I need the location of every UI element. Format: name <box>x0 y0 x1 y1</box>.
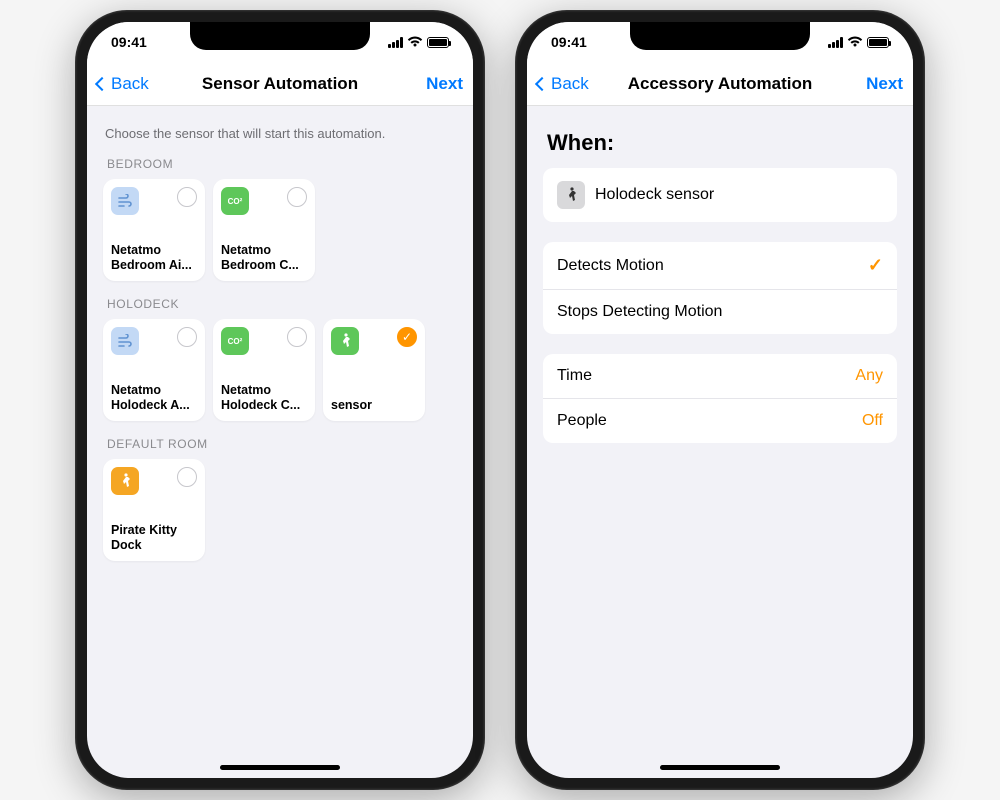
subtitle: Choose the sensor that will start this a… <box>105 126 455 141</box>
tile-label: Netatmo Bedroom Ai... <box>111 243 197 273</box>
page-title: Accessory Automation <box>628 74 813 94</box>
battery-icon <box>867 37 889 48</box>
status-time: 09:41 <box>551 34 587 50</box>
section-header-holodeck: HOLODECK <box>107 297 453 311</box>
motion-icon <box>111 467 139 495</box>
motion-icon <box>557 181 585 209</box>
status-indicators <box>828 36 889 48</box>
co2-icon: CO² <box>221 327 249 355</box>
home-indicator[interactable] <box>220 765 340 770</box>
row-label: Detects Motion <box>557 257 664 275</box>
sensor-row[interactable]: Holodeck sensor <box>543 168 897 222</box>
radio-unselected[interactable] <box>177 187 197 207</box>
section-header-bedroom: BEDROOM <box>107 157 453 171</box>
battery-icon <box>427 37 449 48</box>
phone-left: 09:41 Back Sensor Automation Next Choose… <box>75 10 485 790</box>
page-title: Sensor Automation <box>202 74 358 94</box>
back-button[interactable]: Back <box>97 74 149 94</box>
co2-icon: CO² <box>221 187 249 215</box>
air-quality-icon <box>111 327 139 355</box>
conditions-group: Time Any People Off <box>543 354 897 443</box>
tile-label: sensor <box>331 398 417 413</box>
phone-right: 09:41 Back Accessory Automation Next Whe… <box>515 10 925 790</box>
sensor-tile[interactable]: Netatmo Holodeck A... <box>103 319 205 421</box>
detects-motion-row[interactable]: Detects Motion ✓ <box>543 242 897 290</box>
cellular-icon <box>388 37 403 48</box>
cellular-icon <box>828 37 843 48</box>
time-row[interactable]: Time Any <box>543 354 897 399</box>
status-indicators <box>388 36 449 48</box>
sensor-tile[interactable]: CO² Netatmo Bedroom C... <box>213 179 315 281</box>
next-button[interactable]: Next <box>866 74 903 94</box>
sensor-group: Holodeck sensor <box>543 168 897 222</box>
tile-label: Netatmo Holodeck C... <box>221 383 307 413</box>
chevron-left-icon <box>535 76 549 90</box>
content: Choose the sensor that will start this a… <box>87 106 473 778</box>
notch <box>630 22 810 50</box>
radio-unselected[interactable] <box>287 187 307 207</box>
checkmark-icon: ✓ <box>868 255 883 276</box>
wifi-icon <box>407 36 423 48</box>
sensor-tile[interactable]: Netatmo Bedroom Ai... <box>103 179 205 281</box>
motion-icon <box>331 327 359 355</box>
stops-motion-row[interactable]: Stops Detecting Motion <box>543 290 897 334</box>
row-label: People <box>557 412 607 430</box>
radio-unselected[interactable] <box>177 327 197 347</box>
section-header-default: DEFAULT ROOM <box>107 437 453 451</box>
wifi-icon <box>847 36 863 48</box>
back-button[interactable]: Back <box>537 74 589 94</box>
sensor-tile[interactable]: ✓ sensor <box>323 319 425 421</box>
status-time: 09:41 <box>111 34 147 50</box>
sensor-tile[interactable]: Pirate Kitty Dock <box>103 459 205 561</box>
content: When: Holodeck sensor Detects Motion ✓ <box>527 106 913 778</box>
people-row[interactable]: People Off <box>543 399 897 443</box>
row-value: Any <box>855 367 883 385</box>
row-label: Stops Detecting Motion <box>557 303 722 321</box>
back-label: Back <box>551 74 589 94</box>
nav-bar: Back Accessory Automation Next <box>527 62 913 106</box>
trigger-group: Detects Motion ✓ Stops Detecting Motion <box>543 242 897 334</box>
sensor-name: Holodeck sensor <box>595 186 714 204</box>
tile-label: Netatmo Bedroom C... <box>221 243 307 273</box>
radio-unselected[interactable] <box>287 327 307 347</box>
back-label: Back <box>111 74 149 94</box>
when-heading: When: <box>547 130 893 156</box>
radio-unselected[interactable] <box>177 467 197 487</box>
home-indicator[interactable] <box>660 765 780 770</box>
row-value: Off <box>862 412 883 430</box>
radio-selected[interactable]: ✓ <box>397 327 417 347</box>
row-label: Time <box>557 367 592 385</box>
notch <box>190 22 370 50</box>
sensor-tile[interactable]: CO² Netatmo Holodeck C... <box>213 319 315 421</box>
chevron-left-icon <box>95 76 109 90</box>
air-quality-icon <box>111 187 139 215</box>
tile-label: Pirate Kitty Dock <box>111 523 197 553</box>
tile-label: Netatmo Holodeck A... <box>111 383 197 413</box>
next-button[interactable]: Next <box>426 74 463 94</box>
nav-bar: Back Sensor Automation Next <box>87 62 473 106</box>
